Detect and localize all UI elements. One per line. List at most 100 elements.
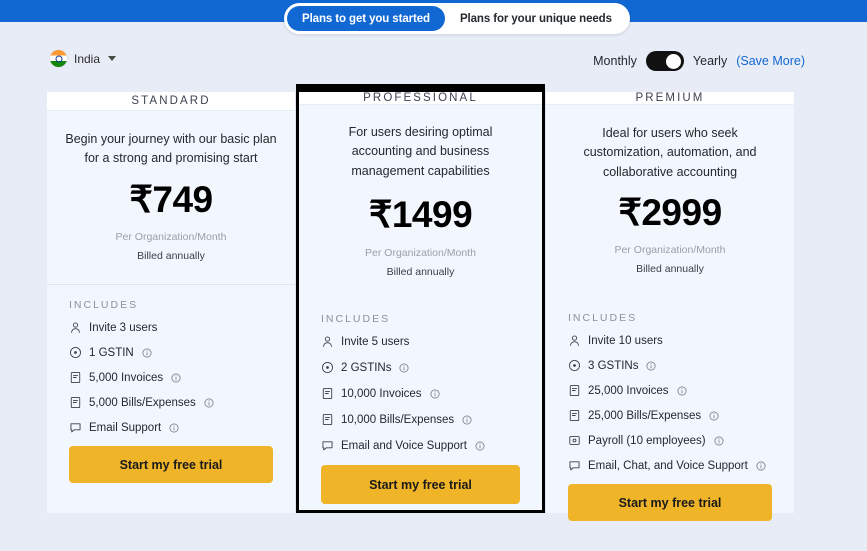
pricing-card-professional: PROFESSIONAL For users desiring optimal … xyxy=(296,84,545,513)
plan-per-org-professional: Per Organization/Month xyxy=(299,247,542,259)
feature-label: 5,000 Bills/Expenses xyxy=(89,397,196,409)
plan-price-professional: ₹1499 xyxy=(299,193,542,236)
feature-item: Email, Chat, and Voice Support xyxy=(568,459,794,472)
plan-billed-premium: Billed annually xyxy=(546,263,794,275)
info-icon[interactable] xyxy=(709,411,719,421)
document-icon xyxy=(69,371,82,384)
save-more-link[interactable]: (Save More) xyxy=(736,54,805,68)
yearly-label: Yearly xyxy=(693,54,727,68)
info-icon[interactable] xyxy=(475,441,485,451)
user-icon xyxy=(321,335,334,348)
tab-plans-for-your-unique-needs[interactable]: Plans for your unique needs xyxy=(445,6,627,31)
cta-wrapper-professional: Start my free trial xyxy=(299,465,542,531)
plan-billed-standard: Billed annually xyxy=(47,250,295,262)
chevron-down-icon xyxy=(108,56,116,61)
feature-label: Invite 3 users xyxy=(89,322,157,334)
feature-item: 1 GSTIN xyxy=(69,346,295,359)
card-header-premium: PREMIUM xyxy=(546,92,794,105)
feature-list-standard: Invite 3 users 1 GSTIN 5,000 Invoices 5,000… xyxy=(47,311,295,446)
tab-plans-to-get-you-started[interactable]: Plans to get you started xyxy=(287,6,445,31)
plan-description-standard: Begin your journey with our basic plan f… xyxy=(47,111,295,169)
feature-item: Email and Voice Support xyxy=(321,439,542,452)
cta-wrapper-standard: Start my free trial xyxy=(47,446,295,513)
feature-list-professional: Invite 5 users 2 GSTINs 10,000 Invoices 10,… xyxy=(299,325,542,465)
info-icon[interactable] xyxy=(169,423,179,433)
info-icon[interactable] xyxy=(646,361,656,371)
feature-label: 10,000 Invoices xyxy=(341,388,422,400)
feature-label: 2 GSTINs xyxy=(341,362,391,374)
card-header-professional: PROFESSIONAL xyxy=(299,92,542,105)
feature-list-premium: Invite 10 users 3 GSTINs 25,000 Invoices 25… xyxy=(546,324,794,484)
feature-label: 3 GSTINs xyxy=(588,360,638,372)
feature-label: 10,000 Bills/Expenses xyxy=(341,414,454,426)
feature-item: Email Support xyxy=(69,421,295,434)
card-header-standard: STANDARD xyxy=(47,92,295,111)
info-icon[interactable] xyxy=(756,461,766,471)
plan-price-standard: ₹749 xyxy=(47,178,295,221)
includes-label-premium: INCLUDES xyxy=(546,297,794,324)
start-free-trial-button-premium[interactable]: Start my free trial xyxy=(568,484,772,521)
plan-billed-professional: Billed annually xyxy=(299,266,542,278)
feature-label: 5,000 Invoices xyxy=(89,372,163,384)
pricing-cards: STANDARD Begin your journey with our bas… xyxy=(47,92,795,513)
info-icon[interactable] xyxy=(430,389,440,399)
info-icon[interactable] xyxy=(142,348,152,358)
chat-icon xyxy=(321,439,334,452)
includes-label-professional: INCLUDES xyxy=(299,298,542,325)
feature-label: Payroll (10 employees) xyxy=(588,435,706,447)
document-icon xyxy=(69,396,82,409)
feature-item: Payroll (10 employees) xyxy=(568,434,794,447)
plan-name-standard: STANDARD xyxy=(131,95,210,107)
user-icon xyxy=(568,334,581,347)
info-icon[interactable] xyxy=(714,436,724,446)
document-icon xyxy=(568,409,581,422)
plan-description-premium: Ideal for users who seek customization, … xyxy=(546,105,794,182)
chat-icon xyxy=(568,459,581,472)
controls-row: India Monthly Yearly (Save More) xyxy=(0,48,867,78)
cta-wrapper-premium: Start my free trial xyxy=(546,484,794,551)
plan-name-premium: PREMIUM xyxy=(635,92,704,104)
feature-label: Email and Voice Support xyxy=(341,440,467,452)
feature-item: 5,000 Invoices xyxy=(69,371,295,384)
includes-label-standard: INCLUDES xyxy=(47,284,295,311)
gstin-icon xyxy=(321,361,334,374)
feature-item: 25,000 Invoices xyxy=(568,384,794,397)
start-free-trial-button-professional[interactable]: Start my free trial xyxy=(321,465,520,504)
plan-price-premium: ₹2999 xyxy=(546,191,794,234)
monthly-label: Monthly xyxy=(593,54,637,68)
toggle-knob xyxy=(666,54,681,69)
feature-label: Invite 5 users xyxy=(341,336,409,348)
feature-item: 5,000 Bills/Expenses xyxy=(69,396,295,409)
plan-description-professional: For users desiring optimal accounting an… xyxy=(299,105,542,181)
billing-period-switch: Monthly Yearly (Save More) xyxy=(593,51,805,71)
feature-label: Email, Chat, and Voice Support xyxy=(588,460,748,472)
info-icon[interactable] xyxy=(677,386,687,396)
document-icon xyxy=(568,384,581,397)
feature-label: 25,000 Bills/Expenses xyxy=(588,410,701,422)
feature-item: 25,000 Bills/Expenses xyxy=(568,409,794,422)
plan-per-org-standard: Per Organization/Month xyxy=(47,231,295,243)
chat-icon xyxy=(69,421,82,434)
plan-per-org-premium: Per Organization/Month xyxy=(546,244,794,256)
info-icon[interactable] xyxy=(204,398,214,408)
document-icon xyxy=(321,387,334,400)
feature-label: Invite 10 users xyxy=(588,335,663,347)
feature-item: 10,000 Bills/Expenses xyxy=(321,413,542,426)
info-icon[interactable] xyxy=(399,363,409,373)
country-selector[interactable]: India xyxy=(50,50,116,67)
payroll-icon xyxy=(568,434,581,447)
plan-name-professional: PROFESSIONAL xyxy=(363,92,478,104)
start-free-trial-button-standard[interactable]: Start my free trial xyxy=(69,446,273,483)
billing-toggle[interactable] xyxy=(646,51,684,71)
info-icon[interactable] xyxy=(171,373,181,383)
feature-label: 1 GSTIN xyxy=(89,347,134,359)
info-icon[interactable] xyxy=(462,415,472,425)
feature-item: Invite 10 users xyxy=(568,334,794,347)
feature-item: 2 GSTINs xyxy=(321,361,542,374)
pricing-card-premium: PREMIUM Ideal for users who seek customi… xyxy=(545,92,794,513)
feature-item: 3 GSTINs xyxy=(568,359,794,372)
gstin-icon xyxy=(69,346,82,359)
feature-label: Email Support xyxy=(89,422,161,434)
pricing-card-standard: STANDARD Begin your journey with our bas… xyxy=(47,92,296,513)
feature-item: Invite 3 users xyxy=(69,321,295,334)
